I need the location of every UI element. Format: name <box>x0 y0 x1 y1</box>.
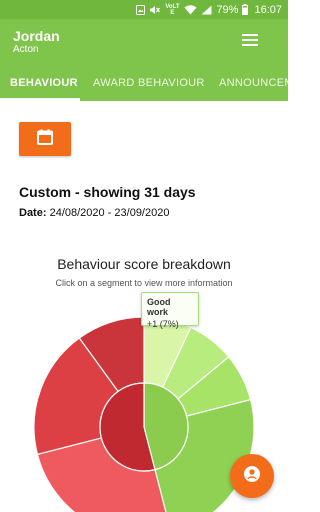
account-icon <box>243 465 261 488</box>
tooltip-title: Good work <box>147 297 171 317</box>
tooltip-value: +1 (7%) <box>147 319 179 329</box>
segment-tooltip: Good work +1 (7%) <box>141 292 199 329</box>
behaviour-sunburst-chart <box>33 316 255 512</box>
account-button[interactable] <box>230 454 274 498</box>
